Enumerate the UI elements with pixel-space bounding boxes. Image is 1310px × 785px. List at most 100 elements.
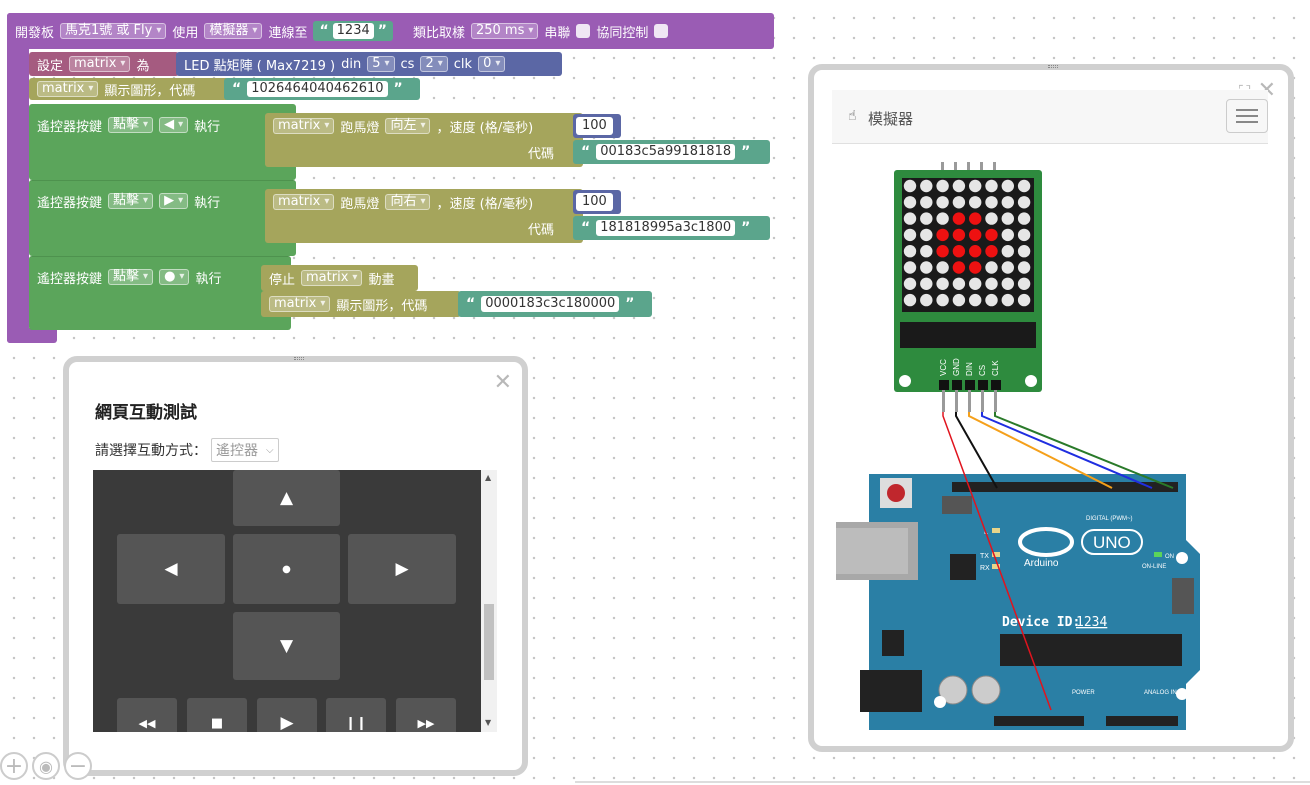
serial-checkbox[interactable] [576,24,591,38]
device-id-value[interactable]: 1234 [332,23,374,39]
led-off [936,293,949,307]
show-code-string[interactable]: “ 1026464040462610 ” [224,78,420,100]
digital-header [952,482,1178,492]
center-button[interactable]: ● [233,534,340,604]
led-off [1001,179,1014,193]
board-dropdown[interactable]: 馬克1號 或 Fly [60,23,167,39]
scrollbar[interactable]: ▲ ▼ [481,470,497,732]
power-label: POWER [1072,690,1095,696]
remote-key-dropdown[interactable]: ● [159,269,190,285]
led-off [1001,277,1014,290]
center-code-string[interactable]: “ 0000183c3c180000 ” [458,291,652,317]
scroll-down-icon[interactable]: ▼ [485,718,491,727]
led-off [952,277,966,290]
clk-dropdown[interactable]: 0 [478,56,506,72]
panel-resize-handle[interactable] [1048,65,1058,68]
connect-label: 連線至 [268,25,308,41]
forward-button[interactable]: ▶▶ [396,698,456,732]
left-button[interactable]: ◀ [117,534,225,604]
panel-resize-handle[interactable] [294,357,304,360]
set-var-dropdown[interactable]: matrix [69,56,131,72]
quote-close-icon: ” [741,220,751,236]
rewind-button[interactable]: ◀◀ [117,698,177,732]
remote-label: 遙控器按鍵 [37,271,103,287]
led-on [969,261,982,274]
power-jack [860,670,922,712]
center-show-var-dropdown[interactable]: matrix [269,296,331,312]
pause-button[interactable]: ❙❙ [326,698,386,732]
remote-action-dropdown[interactable]: 點擊 [108,117,154,133]
mode-row: 請選擇互動方式： 遙控器 ⌵ [95,438,279,462]
marquee-right-row: matrix 跑馬燈 向右 ，速度 (格/毫秒) [265,191,541,213]
speed-value[interactable]: 100 [576,117,613,135]
show-var-dropdown[interactable]: matrix [37,81,99,97]
remote-key-dropdown[interactable]: ◀ [159,117,189,133]
led-off [985,179,998,193]
remote-key-dropdown[interactable]: ▶ [159,193,189,209]
remote-pad-area[interactable]: ▲ ◀ ● ▶ ▼ ◀◀ ■ ▶ ❙❙ ▶▶ ▲ ▼ [93,470,497,732]
marquee-direction-dropdown[interactable]: 向左 [385,118,431,134]
anim-label: 動畫 [368,272,395,288]
marquee-var-dropdown[interactable]: matrix [273,118,335,134]
marquee-code-string[interactable]: “ 181818995a3c1800 ” [573,216,770,240]
led-on [952,261,966,274]
cs-dropdown[interactable]: 2 [420,56,448,72]
scroll-up-icon[interactable]: ▲ [485,473,491,482]
show-code-value[interactable]: 1026464040462610 [247,81,388,97]
center-code-value[interactable]: 0000183c3c180000 [481,296,620,312]
code-label: 代碼 [528,223,555,238]
play-icon: ▶ [280,713,294,732]
speed-number-block[interactable]: 100 [573,190,621,214]
stop-var-dropdown[interactable]: matrix [301,270,363,286]
dev-label: 開發板 [15,25,55,41]
zoom-in-icon: + [4,753,24,779]
speed-value[interactable]: 100 [576,193,613,211]
close-icon[interactable]: ✕ [494,372,512,394]
board-block-body[interactable] [7,13,29,343]
zoom-reset-button[interactable]: ◉ [32,752,60,780]
center-show-block[interactable]: matrix 顯示圖形，代碼 [261,291,461,317]
marquee-code-string[interactable]: “ 00183c5a99181818 ” [573,140,770,164]
simulator-panel[interactable]: ⛶ ✕ ☝ 模擬器 VCCGNDDINCSCLK [808,64,1294,752]
marquee-code-value[interactable]: 00183c5a99181818 [596,144,736,160]
din-dropdown[interactable]: 5 [367,56,395,72]
mode-dropdown[interactable]: 模擬器 [204,23,263,39]
coop-checkbox[interactable] [654,24,669,38]
stop-anim-block[interactable]: 停止 matrix 動畫 [261,265,418,291]
up-button[interactable]: ▲ [233,470,340,526]
remote-action-dropdown[interactable]: 點擊 [108,193,154,209]
led-on [952,212,966,225]
pin-label: CLK [991,360,1000,376]
mode-select[interactable]: 遙控器 ⌵ [211,438,279,462]
exec-label: 執行 [194,195,221,211]
marquee-code-value[interactable]: 181818995a3c1800 [596,220,736,236]
led-off [1017,179,1031,193]
set-variable-block[interactable]: 設定 matrix 為 [29,52,179,76]
sample-rate-dropdown[interactable]: 250 ms [470,23,539,39]
web-interaction-panel[interactable]: ✕ 網頁互動測試 請選擇互動方式： 遙控器 ⌵ ▲ ◀ ● ▶ ▼ ◀◀ ■ ▶… [63,356,528,776]
right-button[interactable]: ▶ [348,534,456,604]
mount-hole [899,375,911,387]
pin-label: GND [952,358,961,376]
board-config-block[interactable]: 開發板 馬克1號 或 Fly 使用 模擬器 連線至 “ 1234 ” 類比取樣 … [7,13,774,49]
marquee-var-dropdown[interactable]: matrix [273,194,335,210]
remote-action-dropdown[interactable]: 點擊 [108,269,154,285]
zoom-in-button[interactable]: + [0,752,28,780]
scrollbar-thumb[interactable] [484,604,494,680]
matrix-show-block[interactable]: matrix 顯示圖形，代碼 [29,78,229,100]
device-id-string[interactable]: “ 1234 ” [313,21,393,41]
zoom-out-icon: − [68,753,88,779]
mode-select-value: 遙控器 [216,443,258,459]
remote-header-left: 遙控器按鍵 點擊 ◀ 執行 [29,114,228,136]
play-button[interactable]: ▶ [257,698,317,732]
led-matrix-block[interactable]: LED 點矩陣 ( Max7219 ) din 5 cs 2 clk 0 [176,52,562,76]
marquee-direction-dropdown[interactable]: 向右 [385,194,431,210]
speed-number-block[interactable]: 100 [573,114,621,138]
led-label: LED 點矩陣 ( Max7219 ) [184,58,336,74]
led-off [952,179,966,193]
led-on [936,245,949,258]
down-button[interactable]: ▼ [233,612,340,680]
stop-button[interactable]: ■ [187,698,247,732]
led-off [903,277,917,290]
zoom-out-button[interactable]: − [64,752,92,780]
